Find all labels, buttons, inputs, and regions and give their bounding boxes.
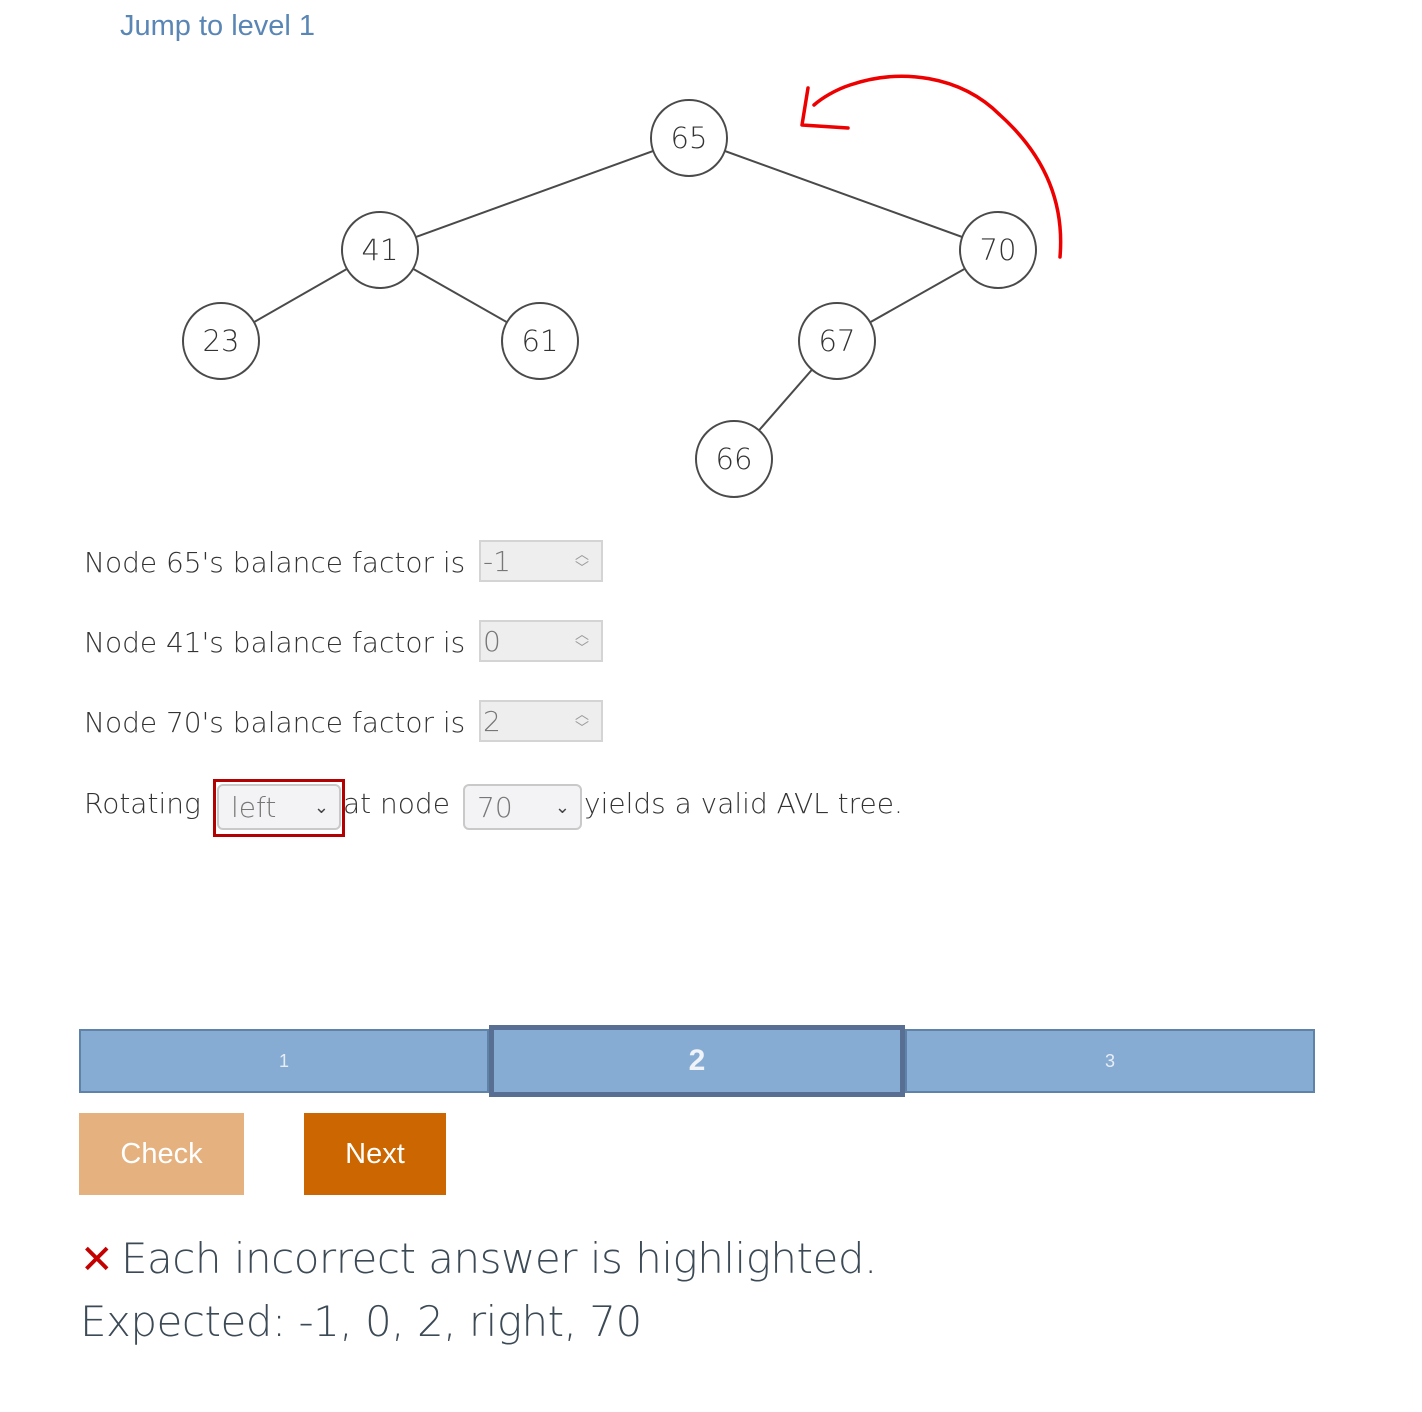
incorrect-x-icon: ✕ — [80, 1237, 114, 1283]
feedback-message-line: ✕ Each incorrect answer is highlighted. — [80, 1228, 877, 1291]
balance-factor-input-65[interactable]: -1 ︿ ﹀ — [479, 540, 603, 582]
rotation-prefix: Rotating — [84, 787, 201, 820]
feedback-panel: ✕ Each incorrect answer is highlighted. E… — [80, 1228, 877, 1353]
tree-node-41: 41 — [341, 211, 419, 289]
tree-node-label: 70 — [980, 233, 1017, 267]
check-button[interactable]: Check — [79, 1113, 244, 1195]
feedback-message: Each incorrect answer is highlighted. — [121, 1234, 877, 1283]
tree-node-label: 65 — [671, 121, 708, 155]
tree-node-label: 66 — [716, 442, 753, 476]
spinner-icon[interactable]: ︿ ﹀ — [569, 702, 595, 740]
question-label: Node 41's balance factor is — [84, 626, 466, 659]
avl-tree-diagram: 65 41 70 23 61 67 66 — [182, 74, 1063, 498]
tree-node-label: 61 — [522, 324, 559, 358]
level-segment-1[interactable]: 1 — [79, 1029, 489, 1093]
spinner-icon[interactable]: ︿ ﹀ — [569, 542, 595, 580]
question-label: Node 70's balance factor is — [84, 706, 466, 739]
level-segment-3[interactable]: 3 — [905, 1029, 1315, 1093]
spinner-icon[interactable]: ︿ ﹀ — [569, 622, 595, 660]
tree-node-67: 67 — [798, 302, 876, 380]
balance-factor-input-70[interactable]: 2 ︿ ﹀ — [479, 700, 603, 742]
tree-node-label: 23 — [203, 324, 240, 358]
tree-edge-65-70 — [688, 137, 999, 251]
next-button[interactable]: Next — [304, 1113, 446, 1195]
tree-node-70: 70 — [959, 211, 1037, 289]
rotation-suffix: yields a valid AVL tree. — [584, 787, 903, 820]
rotation-middle: at node — [343, 787, 450, 820]
rotation-arrowhead-annotation — [800, 86, 850, 130]
tree-node-61: 61 — [501, 302, 579, 380]
chevron-down-icon: ⌄ — [313, 796, 329, 817]
tree-edge-65-41 — [379, 137, 690, 251]
level-segment-2-current[interactable]: 2 — [489, 1025, 905, 1097]
rotation-direction-select[interactable]: left ⌄ — [217, 784, 341, 830]
tree-node-23: 23 — [182, 302, 260, 380]
tree-node-label: 67 — [819, 324, 856, 358]
rotation-node-select[interactable]: 70 ⌄ — [463, 784, 582, 830]
question-label: Node 65's balance factor is — [84, 546, 466, 579]
tree-node-label: 41 — [362, 233, 399, 267]
level-progress-bar: 1 2 3 — [79, 1025, 1315, 1097]
expected-answers: Expected: -1, 0, 2, right, 70 — [80, 1297, 642, 1346]
balance-factor-input-41[interactable]: 0 ︿ ﹀ — [479, 620, 603, 662]
chevron-down-icon: ⌄ — [554, 796, 570, 817]
tree-node-66: 66 — [695, 420, 773, 498]
tree-node-65: 65 — [650, 99, 728, 177]
